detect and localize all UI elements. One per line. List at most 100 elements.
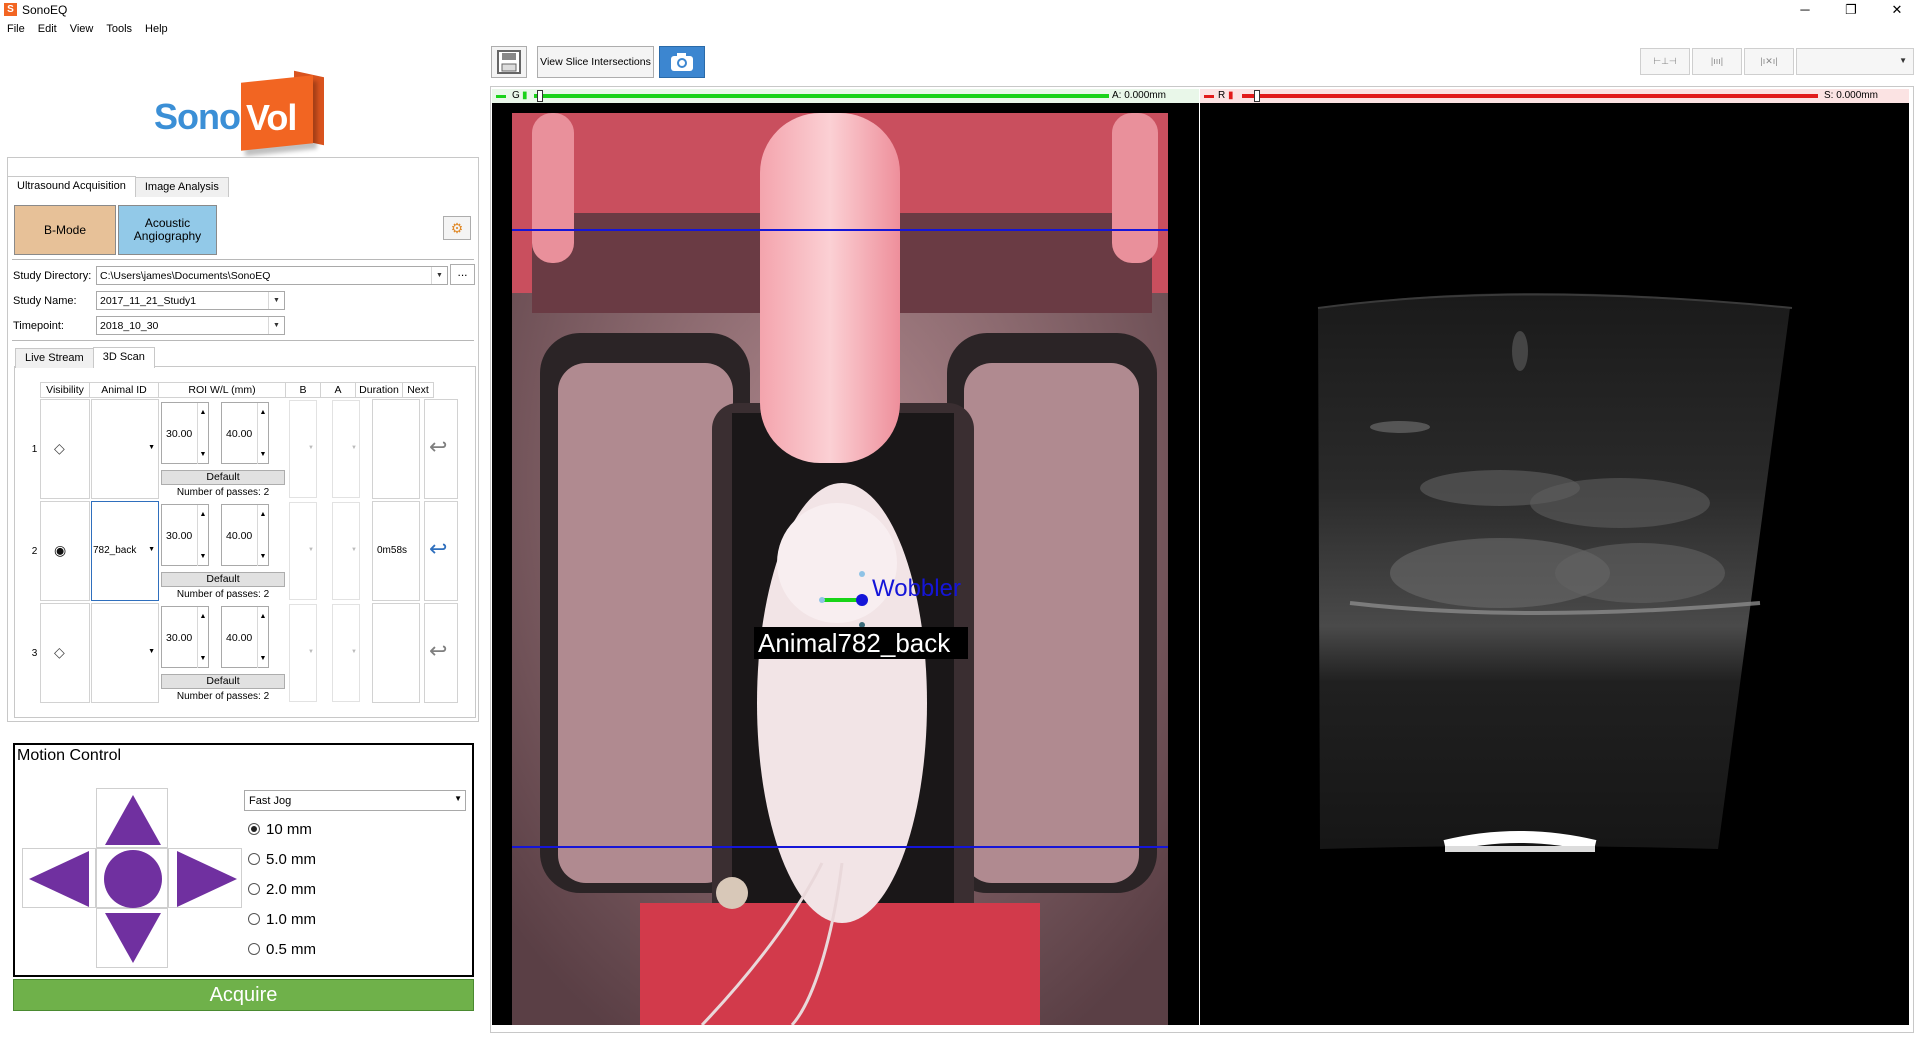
roi-length-spinner[interactable]: 40.00 ▲ ▼ bbox=[221, 504, 269, 566]
eye-hidden-icon: ◇ bbox=[54, 440, 65, 456]
move-down-button[interactable] bbox=[96, 908, 168, 968]
visibility-cell[interactable]: ◉ bbox=[40, 501, 90, 601]
header-b: B bbox=[285, 382, 321, 398]
ruler-angle-button[interactable]: ⊢⊥⊣ bbox=[1640, 48, 1690, 75]
ruler-clear-icon: |ı✕ı| bbox=[1760, 56, 1778, 66]
menu-tools[interactable]: Tools bbox=[99, 20, 138, 35]
visibility-cell[interactable]: ◇ bbox=[40, 399, 90, 499]
b-combo[interactable]: ▼ bbox=[289, 400, 317, 498]
roi-length-spinner[interactable]: 40.00 ▲ ▼ bbox=[221, 606, 269, 668]
ultrasound-view[interactable] bbox=[1200, 103, 1909, 1025]
ruler-clear-button[interactable]: |ı✕ı| bbox=[1744, 48, 1794, 75]
ruler-icon: |ııı| bbox=[1710, 56, 1724, 66]
roi-width-spinner[interactable]: 30.00 ▲ ▼ bbox=[161, 606, 209, 668]
tab-3d-scan[interactable]: 3D Scan bbox=[92, 347, 155, 368]
jog-speed-combo[interactable]: Fast Jog ▼ bbox=[244, 790, 466, 811]
settings-gears-button[interactable]: ⚙ bbox=[443, 216, 471, 240]
slice-label: G bbox=[512, 90, 520, 101]
step-radio-2mm[interactable]: 2.0 mm bbox=[248, 881, 316, 898]
menu-edit[interactable]: Edit bbox=[31, 20, 63, 35]
menu-file[interactable]: File bbox=[0, 20, 31, 35]
maximize-button[interactable]: ❐ bbox=[1828, 0, 1874, 20]
sonovol-logo: Sono Vol bbox=[154, 66, 344, 166]
move-right-button[interactable] bbox=[168, 848, 242, 908]
minimize-button[interactable]: ─ bbox=[1782, 0, 1828, 20]
red-slider-track[interactable] bbox=[1242, 94, 1818, 98]
arrow-left-icon bbox=[29, 851, 89, 907]
separator bbox=[12, 340, 474, 341]
view-slice-intersections-button[interactable]: View Slice Intersections bbox=[537, 46, 654, 78]
animal-id-cell[interactable]: ▼ bbox=[91, 399, 159, 499]
passes-label: Number of passes: 2 bbox=[176, 691, 270, 702]
duration-value: 0m58s bbox=[377, 545, 408, 556]
study-name-combo[interactable]: 2017_11_21_Study1 ▼ bbox=[96, 291, 285, 310]
visibility-cell[interactable]: ◇ bbox=[40, 603, 90, 703]
move-up-button[interactable] bbox=[96, 788, 168, 848]
duration-cell bbox=[372, 603, 420, 703]
arrow-up-icon: ▲ bbox=[257, 607, 268, 638]
acquire-button[interactable]: Acquire bbox=[13, 979, 474, 1011]
menu-help[interactable]: Help bbox=[138, 20, 174, 35]
step-radio-0-5mm[interactable]: 0.5 mm bbox=[248, 941, 316, 958]
roi-width-spinner[interactable]: 30.00 ▲ ▼ bbox=[161, 504, 209, 566]
next-cell[interactable]: ↩ bbox=[424, 603, 458, 703]
ruler-mode-combo[interactable]: ▼ bbox=[1796, 48, 1914, 75]
move-left-button[interactable] bbox=[22, 848, 96, 908]
green-slider-handle[interactable] bbox=[537, 90, 543, 102]
animal-id-cell[interactable]: ▼ bbox=[91, 603, 159, 703]
menu-view[interactable]: View bbox=[63, 20, 100, 35]
arrow-down-icon: ▼ bbox=[257, 536, 268, 566]
save-button[interactable] bbox=[491, 46, 527, 78]
a-combo[interactable]: ▼ bbox=[332, 400, 360, 498]
arrow-up-icon bbox=[105, 795, 161, 845]
arrow-up-icon: ▲ bbox=[197, 505, 208, 536]
next-cell[interactable]: ↩ bbox=[424, 501, 458, 601]
b-combo[interactable]: ▼ bbox=[289, 604, 317, 702]
ruler-angle-icon: ⊢⊥⊣ bbox=[1653, 56, 1677, 66]
radio-icon bbox=[248, 943, 260, 955]
default-button[interactable]: Default bbox=[161, 470, 285, 485]
default-button[interactable]: Default bbox=[161, 674, 285, 689]
arrow-up-icon: ▲ bbox=[257, 403, 268, 434]
row-number: 1 bbox=[31, 444, 38, 455]
red-readout: S: 0.000mm bbox=[1824, 90, 1878, 101]
arrow-down-icon: ▼ bbox=[197, 638, 208, 668]
animal-id-value: 782_back bbox=[93, 545, 137, 556]
timepoint-combo[interactable]: 2018_10_30 ▼ bbox=[96, 316, 285, 335]
close-button[interactable]: ✕ bbox=[1874, 0, 1920, 20]
animal-id-cell[interactable]: 782_back ▼ bbox=[91, 501, 159, 601]
red-slider-handle[interactable] bbox=[1254, 90, 1260, 102]
row-number: 2 bbox=[31, 546, 38, 557]
snapshot-button[interactable] bbox=[659, 46, 705, 78]
tab-live-stream[interactable]: Live Stream bbox=[15, 348, 94, 368]
study-directory-combo[interactable]: C:\Users\james\Documents\SonoEQ ▼ bbox=[96, 266, 448, 285]
radio-icon bbox=[248, 823, 260, 835]
chevron-down-icon: ▼ bbox=[148, 444, 155, 451]
b-combo[interactable]: ▼ bbox=[289, 502, 317, 600]
camera-view[interactable]: Wobbler Animal782_back bbox=[492, 103, 1199, 1025]
bmode-button[interactable]: B-Mode bbox=[14, 205, 116, 255]
pin-icon: ▬ bbox=[496, 90, 506, 101]
camera-icon bbox=[671, 53, 693, 71]
chevron-down-icon: ▼ bbox=[268, 292, 284, 309]
roi-length-spinner[interactable]: 40.00 ▲ ▼ bbox=[221, 402, 269, 464]
roi-width-spinner[interactable]: 30.00 ▲ ▼ bbox=[161, 402, 209, 464]
acoustic-angiography-button[interactable]: Acoustic Angiography bbox=[118, 205, 217, 255]
home-button[interactable] bbox=[96, 848, 168, 908]
ruler-button[interactable]: |ııı| bbox=[1692, 48, 1742, 75]
step-radio-1mm[interactable]: 1.0 mm bbox=[248, 911, 316, 928]
a-combo[interactable]: ▼ bbox=[332, 604, 360, 702]
next-cell[interactable]: ↩ bbox=[424, 399, 458, 499]
tab-ultrasound-acquisition[interactable]: Ultrasound Acquisition bbox=[7, 176, 136, 197]
slice-label: R bbox=[1218, 90, 1226, 101]
header-a: A bbox=[320, 382, 356, 398]
step-radio-10mm[interactable]: 10 mm bbox=[248, 821, 312, 838]
tab-image-analysis[interactable]: Image Analysis bbox=[134, 177, 229, 197]
green-slider-track[interactable] bbox=[534, 94, 1109, 98]
a-combo[interactable]: ▼ bbox=[332, 502, 360, 600]
default-button[interactable]: Default bbox=[161, 572, 285, 587]
chevron-down-icon: ▼ bbox=[351, 547, 357, 553]
arrow-down-icon: ▼ bbox=[197, 434, 208, 464]
step-radio-5mm[interactable]: 5.0 mm bbox=[248, 851, 316, 868]
browse-button[interactable]: ... bbox=[450, 264, 475, 285]
